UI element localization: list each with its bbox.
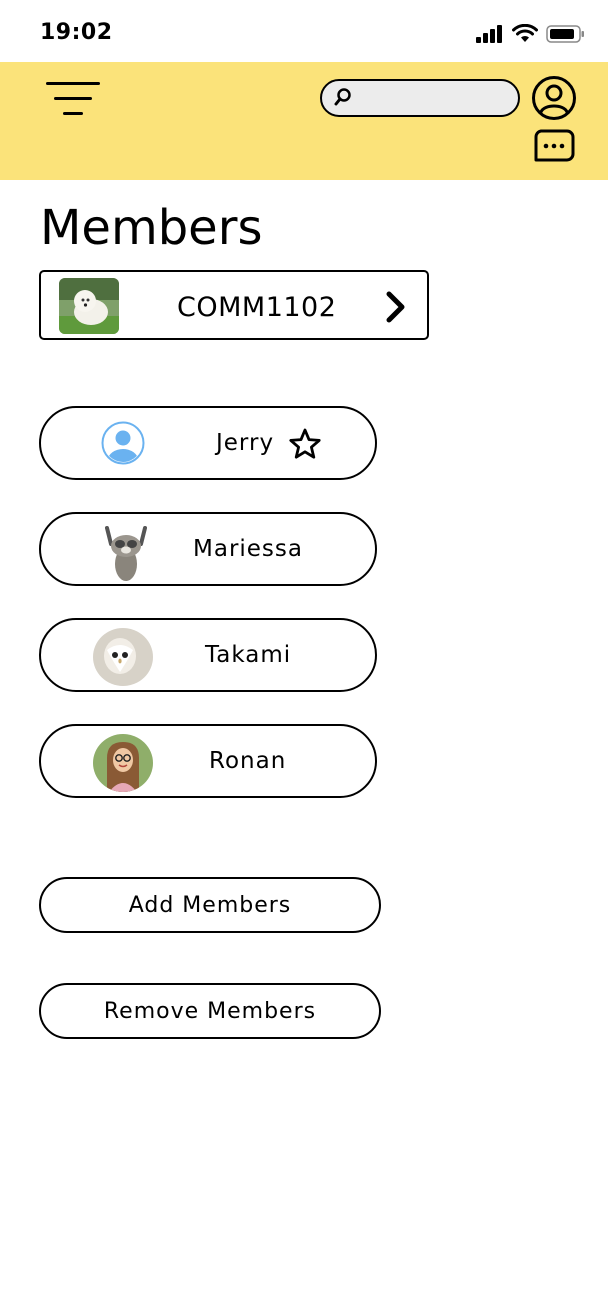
- remove-members-button[interactable]: Remove Members: [39, 983, 381, 1039]
- add-members-button[interactable]: Add Members: [39, 877, 381, 933]
- chat-bubble-icon: [534, 129, 575, 162]
- member-name: Takami: [205, 642, 292, 668]
- avatar: [93, 734, 153, 792]
- member-item-ronan[interactable]: Ronan: [39, 724, 377, 798]
- member-item-takami[interactable]: Takami: [39, 618, 377, 692]
- avatar: [101, 421, 145, 465]
- chevron-right-icon: [386, 291, 405, 323]
- search-input[interactable]: [356, 85, 506, 111]
- status-time: 19:02: [40, 20, 113, 45]
- profile-button[interactable]: [531, 75, 577, 125]
- status-bar: 19:02: [0, 0, 608, 62]
- search-bar[interactable]: [320, 79, 520, 117]
- member-item-mariessa[interactable]: Mariessa: [39, 512, 377, 586]
- app-header: [0, 62, 608, 180]
- status-icons: [476, 24, 586, 44]
- wifi-icon: [512, 24, 538, 42]
- group-thumbnail: [59, 278, 119, 334]
- search-icon: [334, 88, 351, 106]
- chat-button[interactable]: [532, 128, 576, 170]
- signal-icon: [476, 25, 502, 43]
- group-name: COMM1102: [177, 292, 337, 323]
- star-icon[interactable]: [288, 427, 322, 461]
- battery-icon: [546, 25, 584, 43]
- member-name: Mariessa: [193, 536, 303, 562]
- user-circle-icon: [532, 76, 576, 120]
- member-name: Ronan: [209, 748, 287, 774]
- member-item-jerry[interactable]: Jerry: [39, 406, 377, 480]
- hamburger-menu-icon[interactable]: [46, 80, 102, 116]
- page-title: Members: [40, 200, 263, 256]
- group-card[interactable]: COMM1102: [39, 270, 429, 340]
- avatar: [97, 522, 155, 582]
- member-name: Jerry: [216, 430, 275, 456]
- avatar: [93, 628, 153, 686]
